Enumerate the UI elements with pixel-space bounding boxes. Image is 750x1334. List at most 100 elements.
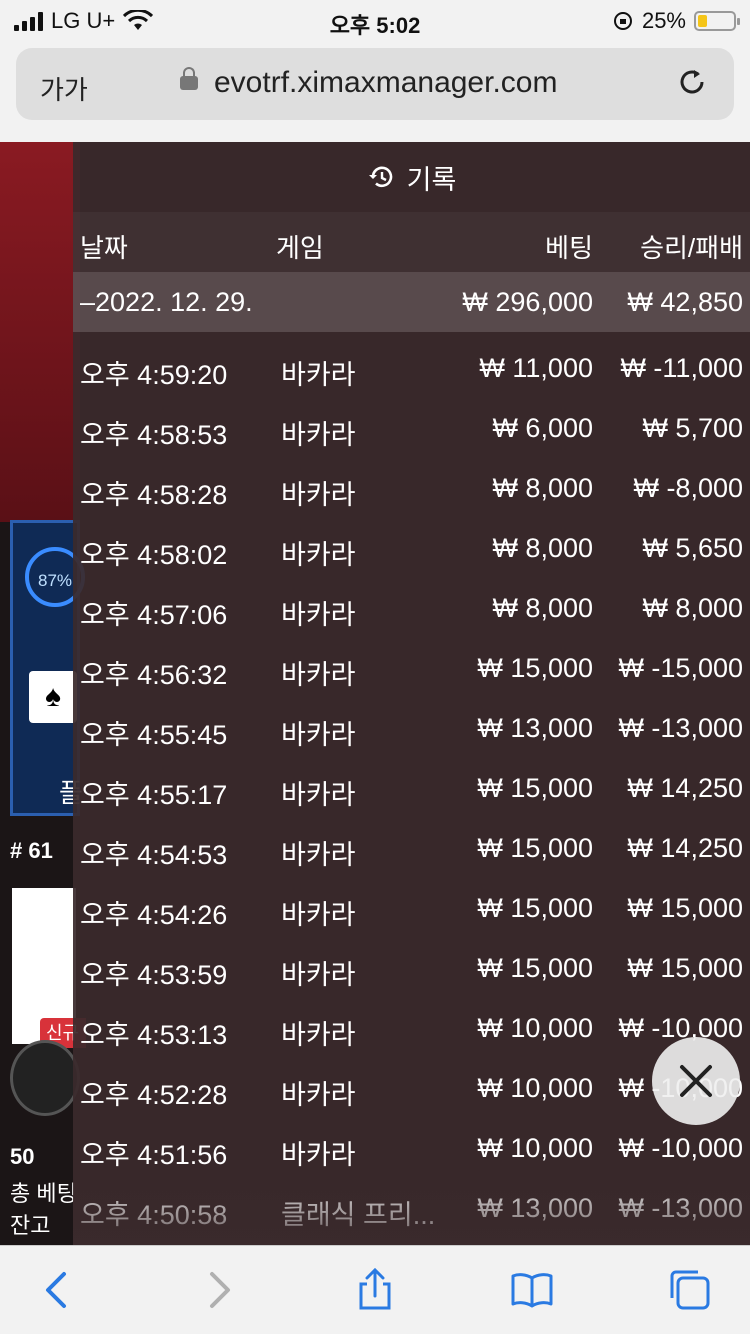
history-icon: [368, 166, 392, 188]
browser-toolbar: [0, 1245, 750, 1334]
status-bar: LG U+ 오후 5:02 25%: [0, 0, 750, 42]
history-row[interactable]: 오후 4:58:02 바카라 ₩ 8,000 ₩ 5,650: [73, 518, 750, 578]
row-game: 바카라: [281, 660, 356, 690]
row-result: ₩ 5,700: [642, 413, 743, 443]
history-row[interactable]: 오후 4:54:26 바카라 ₩ 15,000 ₩ 15,000: [73, 878, 750, 938]
row-bet: ₩ 15,000: [477, 833, 593, 863]
close-icon: [680, 1065, 712, 1097]
history-header: 기록: [73, 142, 750, 212]
row-bet: ₩ 8,000: [492, 593, 593, 623]
history-row[interactable]: 오후 4:56:32 바카라 ₩ 15,000 ₩ -15,000: [73, 638, 750, 698]
row-bet: ₩ 15,000: [477, 953, 593, 983]
row-time: 오후 4:50:58: [80, 1200, 228, 1230]
history-row[interactable]: 오후 4:57:06 바카라 ₩ 8,000 ₩ 8,000: [73, 578, 750, 638]
row-time: 오후 4:52:28: [80, 1080, 228, 1110]
history-row[interactable]: 오후 4:55:17 바카라 ₩ 15,000 ₩ 14,250: [73, 758, 750, 818]
col-game: 게임: [276, 233, 324, 263]
row-time: 오후 4:55:45: [80, 720, 228, 750]
history-title: 기록: [406, 164, 457, 195]
row-bet: ₩ 15,000: [477, 773, 593, 803]
row-game: 바카라: [281, 360, 356, 390]
table-card[interactable]: 87% ♠ 플: [10, 520, 85, 816]
row-time: 오후 4:58:02: [80, 540, 228, 570]
history-row[interactable]: 오후 4:50:58 클래식 프리... ₩ 13,000 ₩ -13,000: [73, 1178, 750, 1238]
history-row[interactable]: 오후 4:55:45 바카라 ₩ 13,000 ₩ -13,000: [73, 698, 750, 758]
tabs-icon[interactable]: [668, 1268, 712, 1312]
row-game: 바카라: [281, 1080, 356, 1110]
row-game: 바카라: [281, 540, 356, 570]
row-bet: ₩ 10,000: [477, 1013, 593, 1043]
chip-icon[interactable]: [10, 1040, 80, 1116]
row-time: 오후 4:54:53: [80, 840, 228, 870]
battery-percent: 25%: [641, 8, 686, 33]
browser-address-area: 가가 evotrf.ximaxmanager.com: [0, 42, 750, 142]
row-game: 바카라: [281, 420, 356, 450]
column-header-row: 날짜 게임 베팅 승리/패배: [73, 212, 750, 272]
url-text[interactable]: evotrf.ximaxmanager.com: [214, 66, 557, 100]
battery-group: 25%: [612, 8, 740, 34]
row-result: ₩ 15,000: [627, 893, 743, 923]
row-game: 바카라: [281, 780, 356, 810]
reload-icon[interactable]: [672, 62, 712, 102]
row-result: ₩ -10,000: [618, 1133, 743, 1163]
battery-icon: [694, 11, 740, 31]
row-bet: ₩ 15,000: [477, 893, 593, 923]
history-row[interactable]: 오후 4:51:56 바카라 ₩ 10,000 ₩ -10,000: [73, 1118, 750, 1178]
chevron-left-icon[interactable]: [36, 1268, 80, 1312]
row-game: 바카라: [281, 960, 356, 990]
row-bet: ₩ 15,000: [477, 653, 593, 683]
player-count: 50: [10, 1144, 35, 1169]
date-group-row[interactable]: –2022. 12. 29. ₩ 296,000 ₩ 42,850: [73, 272, 750, 332]
row-result: ₩ -8,000: [633, 473, 743, 503]
row-time: 오후 4:51:56: [80, 1140, 228, 1170]
row-bet: ₩ 11,000: [479, 353, 593, 383]
book-icon[interactable]: [510, 1268, 554, 1312]
history-row[interactable]: 오후 4:52:28바카라₩ 10,000₩ -10,000: [73, 1058, 750, 1118]
row-time: 오후 4:56:32: [80, 660, 228, 690]
history-row[interactable]: 오후 4:58:53 바카라 ₩ 6,000 ₩ 5,700: [73, 398, 750, 458]
row-bet: ₩ 8,000: [492, 473, 593, 503]
group-win-total: ₩ 42,850: [627, 287, 743, 317]
row-game: 클래식 프리...: [281, 1200, 436, 1230]
history-row[interactable]: 오후 4:58:28 바카라 ₩ 8,000 ₩ -8,000: [73, 458, 750, 518]
row-bet: ₩ 6,000: [492, 413, 593, 443]
row-result: ₩ 14,250: [627, 773, 743, 803]
row-time: 오후 4:58:28: [80, 480, 228, 510]
history-row[interactable]: 오후 4:53:59 바카라 ₩ 15,000 ₩ 15,000: [73, 938, 750, 998]
history-row[interactable]: 오후 4:54:53 바카라 ₩ 15,000 ₩ 14,250: [73, 818, 750, 878]
row-result: ₩ 8,000: [642, 593, 743, 623]
text-size-button[interactable]: 가가: [40, 70, 88, 107]
history-row[interactable]: 오후 4:53:13 바카라 ₩ 10,000 ₩ -10,000: [73, 998, 750, 1058]
row-result: ₩ -15,000: [618, 653, 743, 683]
col-bet: 베팅: [545, 233, 593, 263]
orientation-lock-icon: [613, 12, 632, 30]
history-panel: 기록 날짜 게임 베팅 승리/패배 –2022. 12. 29. ₩ 296,0…: [73, 142, 750, 1245]
row-time: 오후 4:53:59: [80, 960, 228, 990]
col-date: 날짜: [80, 233, 128, 263]
close-button[interactable]: [652, 1037, 740, 1125]
spade-card-icon: ♠: [29, 671, 77, 723]
row-time: 오후 4:59:20: [80, 360, 228, 390]
history-row[interactable]: 오후 4:59:20 바카라 ₩ 11,000 ₩ -11,000: [73, 338, 750, 398]
row-game: 바카라: [281, 600, 356, 630]
col-win-loss: 승리/패배: [640, 233, 743, 263]
row-result: ₩ -13,000: [618, 713, 743, 743]
row-bet: ₩ 10,000: [477, 1073, 593, 1103]
group-bet-total: ₩ 296,000: [462, 287, 593, 317]
row-time: 오후 4:58:53: [80, 420, 228, 450]
row-time: 오후 4:53:13: [80, 1020, 228, 1050]
row-game: 바카라: [281, 840, 356, 870]
address-bar[interactable]: 가가 evotrf.ximaxmanager.com: [16, 48, 734, 120]
lock-icon: [180, 67, 198, 90]
share-icon[interactable]: [353, 1268, 397, 1312]
balance-label: 잔고: [10, 1213, 51, 1238]
row-result: ₩ -11,000: [620, 353, 743, 383]
row-time: 오후 4:55:17: [80, 780, 228, 810]
table-number: # 61: [10, 838, 53, 863]
row-bet: ₩ 10,000: [477, 1133, 593, 1163]
row-game: 바카라: [281, 900, 356, 930]
group-date: –2022. 12. 29.: [80, 287, 253, 317]
row-result: ₩ 5,650: [642, 533, 743, 563]
dealer-video: [0, 142, 80, 522]
chevron-right-icon[interactable]: [196, 1268, 240, 1312]
